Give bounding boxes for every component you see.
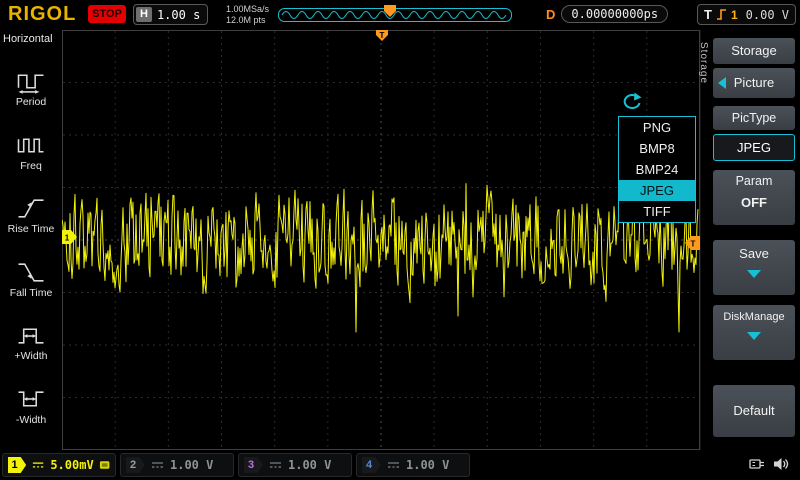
trigger-label: T <box>704 7 712 22</box>
svg-text:T: T <box>691 240 696 249</box>
disk-manage-button[interactable]: DiskManage <box>713 305 795 360</box>
horizontal-measure-menu: Horizontal Period Freq <box>0 30 62 450</box>
trigger-position-marker: T <box>375 30 389 42</box>
trigger-edge-icon <box>716 7 727 22</box>
trigger-level-marker: T <box>684 236 700 251</box>
svg-text:T: T <box>380 31 385 40</box>
param-button-label: Param <box>713 170 795 188</box>
waveform-display: T 1 T PNG BMP8 BMP24 JPEG TIFF <box>62 30 700 450</box>
top-bar: RIGOL STOP H 1.00 s 1.00MSa/s 12.0M pts … <box>0 0 800 30</box>
menu-item-label: Freq <box>20 160 42 172</box>
save-button-label: Save <box>713 240 795 261</box>
delay-value: 0.00000000ps <box>561 5 668 23</box>
pictype-button[interactable]: PicType <box>713 106 795 130</box>
menu-item-rise-time[interactable]: Rise Time <box>8 196 55 235</box>
chevron-left-icon <box>718 77 726 89</box>
menu-item-label: +Width <box>15 350 48 362</box>
minus-width-icon <box>16 387 46 412</box>
svg-text:1: 1 <box>65 234 70 243</box>
rigol-logo: RIGOL <box>8 3 76 26</box>
save-button[interactable]: Save <box>713 240 795 295</box>
oscilloscope-screen: RIGOL STOP H 1.00 s 1.00MSa/s 12.0M pts … <box>0 0 800 480</box>
channel-1-scale: 5.00mV <box>50 458 93 472</box>
ch1-level-marker: 1 <box>62 230 78 245</box>
delay-readout: D 0.00000000ps <box>546 5 668 23</box>
channel-3-badge: 3 <box>244 457 263 473</box>
popup-item[interactable]: PNG <box>619 117 695 138</box>
left-menu-title: Horizontal <box>0 30 62 45</box>
default-button[interactable]: Default <box>713 385 795 437</box>
storage-menu-title: Storage <box>713 38 795 64</box>
pictype-options-list: PNG BMP8 BMP24 JPEG TIFF <box>618 116 696 223</box>
channel-box-1[interactable]: 1 5.00mV <box>2 453 116 477</box>
speaker-icon <box>772 456 790 472</box>
popup-item[interactable]: BMP24 <box>619 159 695 180</box>
menu-item-label: Period <box>16 96 46 108</box>
chevron-down-icon <box>747 270 761 278</box>
menu-item-label: -Width <box>16 414 46 426</box>
popup-item[interactable]: JPEG <box>619 180 695 201</box>
graticule <box>62 30 700 450</box>
delay-label: D <box>546 7 555 22</box>
menu-item-minus-width[interactable]: -Width <box>16 387 46 426</box>
menu-item-fall-time[interactable]: Fall Time <box>10 260 53 299</box>
chevron-down-icon <box>747 332 761 340</box>
disk-manage-button-label: DiskManage <box>713 305 795 323</box>
picture-button[interactable]: Picture <box>713 68 795 98</box>
param-button[interactable]: Param OFF <box>713 170 795 225</box>
coupling-icon <box>31 459 45 471</box>
h-label: H <box>136 7 152 22</box>
memory-position-bar <box>278 5 512 24</box>
channel-box-3[interactable]: 3 1.00 V <box>238 453 352 477</box>
menu-item-label: Rise Time <box>8 223 55 235</box>
run-state-badge: STOP <box>88 5 126 23</box>
period-icon <box>16 69 46 94</box>
channel-indicator-icon <box>99 459 110 471</box>
menu-tab-storage: Storage <box>698 42 709 84</box>
pictype-popup: PNG BMP8 BMP24 JPEG TIFF <box>618 92 696 223</box>
acquisition-info: 1.00MSa/s 12.0M pts <box>226 4 269 26</box>
channel-status-bar: 1 5.00mV 2 1.00 V 3 1.00 V 4 <box>0 450 800 480</box>
channel-box-2[interactable]: 2 1.00 V <box>120 453 234 477</box>
coupling-icon <box>268 459 283 471</box>
rise-time-icon <box>16 196 46 221</box>
menu-item-plus-width[interactable]: +Width <box>15 323 48 362</box>
memory-depth: 12.0M pts <box>226 15 269 26</box>
channel-2-scale: 1.00 V <box>170 458 213 472</box>
pictype-value[interactable]: JPEG <box>713 134 795 161</box>
channel-4-badge: 4 <box>362 457 381 473</box>
menu-item-period[interactable]: Period <box>16 69 46 108</box>
trigger-level-value: 0.00 V <box>742 8 789 22</box>
horizontal-scale-readout: H 1.00 s <box>133 4 208 25</box>
storage-menu-panel: Storage Storage Picture PicType JPEG Par… <box>700 30 800 450</box>
popup-item[interactable]: TIFF <box>619 201 695 222</box>
sample-rate: 1.00MSa/s <box>226 4 269 15</box>
timebase-value: 1.00 s <box>157 8 200 22</box>
rotate-icon-wrap <box>618 92 696 114</box>
channel-box-4[interactable]: 4 1.00 V <box>356 453 470 477</box>
menu-item-freq[interactable]: Freq <box>16 133 46 172</box>
left-menu-items: Period Freq Rise Time <box>0 45 62 450</box>
plus-width-icon <box>16 323 46 348</box>
waveform-trace <box>62 184 698 332</box>
freq-icon <box>16 133 46 158</box>
fall-time-icon <box>16 260 46 285</box>
channel-2-badge: 2 <box>126 457 145 473</box>
channel-4-scale: 1.00 V <box>406 458 449 472</box>
channel-3-scale: 1.00 V <box>288 458 331 472</box>
param-value: OFF <box>713 195 795 210</box>
menu-item-label: Fall Time <box>10 287 53 299</box>
channel-1-badge: 1 <box>8 457 26 473</box>
popup-item[interactable]: BMP8 <box>619 138 695 159</box>
trigger-readout: T 1 0.00 V <box>697 4 796 25</box>
trigger-source: 1 <box>731 8 738 22</box>
coupling-icon <box>150 459 165 471</box>
usb-icon <box>748 456 768 472</box>
rotate-icon[interactable] <box>621 92 643 112</box>
picture-button-label: Picture <box>734 75 774 90</box>
coupling-icon <box>386 459 401 471</box>
